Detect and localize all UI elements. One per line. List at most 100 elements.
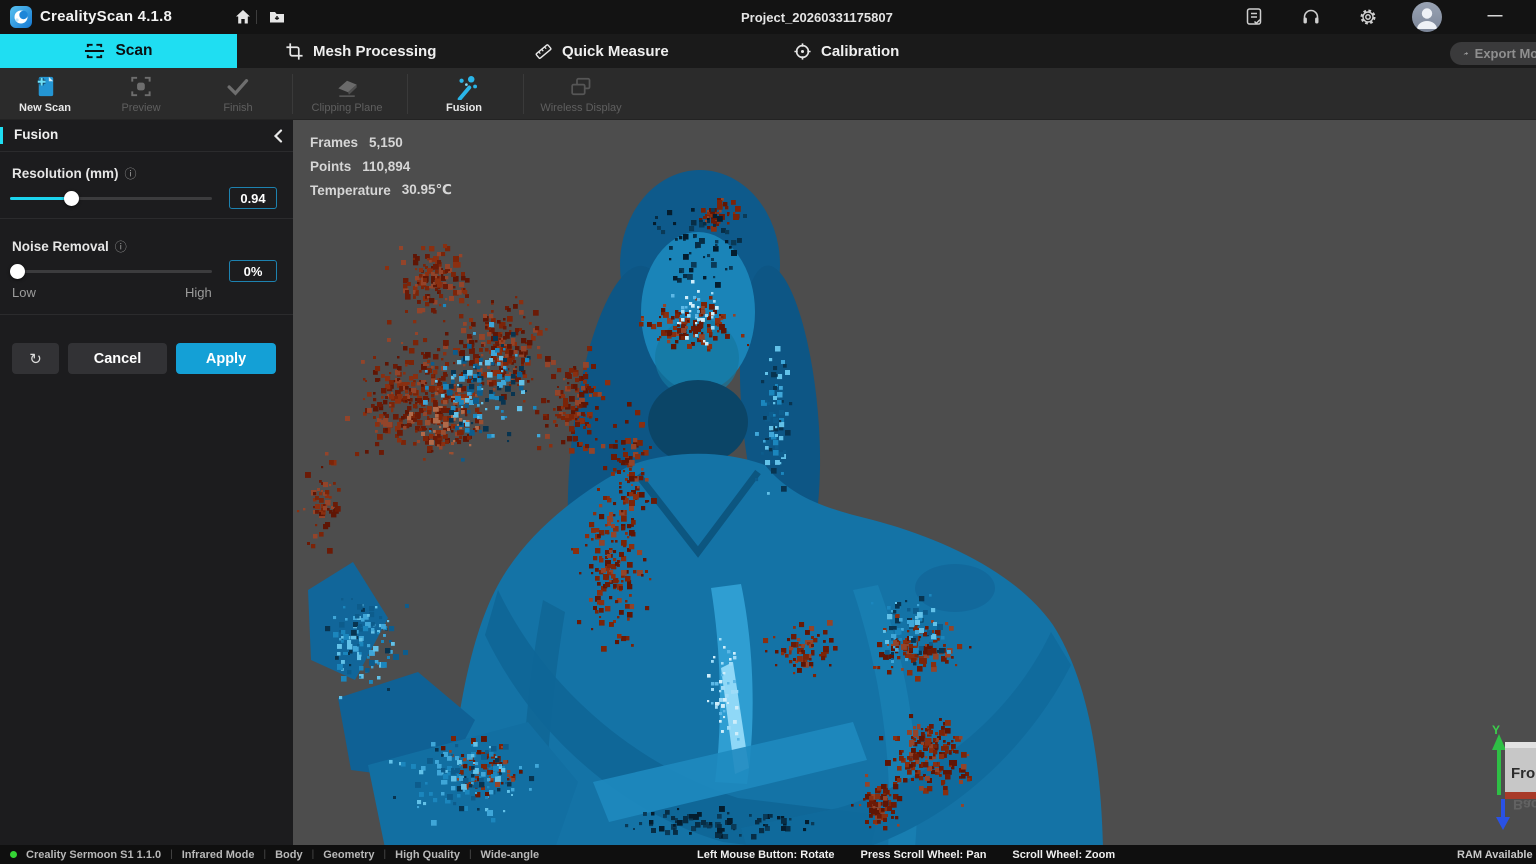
device-connected-dot: [10, 851, 17, 858]
noise-value-field[interactable]: 0%: [229, 260, 277, 282]
titlebar-divider: [256, 10, 257, 24]
mode-tab-bar: Scan Mesh Processing Quick Measure Calib…: [0, 34, 1536, 68]
export-model-button[interactable]: Export Model: [1450, 42, 1536, 65]
gizmo-back-reflection: Back: [1513, 797, 1536, 813]
project-name: Project_20260331175807: [741, 10, 893, 25]
stat-points: Points110,894: [310, 154, 452, 178]
fusion-panel-header: Fusion: [0, 120, 293, 151]
panel-divider: [0, 314, 293, 315]
wireless-display-icon: [567, 73, 594, 100]
creality-scan-window: CrealityScan 4.1.8 Project_2026033117580…: [0, 0, 1536, 864]
mesh-crop-icon: [285, 42, 304, 61]
noise-slider-track[interactable]: [10, 270, 212, 273]
export-share-icon: [1463, 47, 1469, 60]
device-name: Creality Sermoon S1 1.1.0: [26, 849, 161, 861]
resolution-slider-knob[interactable]: [64, 191, 79, 206]
resolution-slider[interactable]: [10, 190, 212, 206]
chevron-left-icon: [273, 129, 283, 143]
fusion-panel-title: Fusion: [14, 127, 58, 142]
device-status-group: Creality Sermoon S1 1.1.0 | Infrared Mod…: [10, 845, 539, 864]
user-avatar[interactable]: [1412, 2, 1442, 32]
noise-high-label: High: [185, 285, 212, 300]
toolbar-new-scan[interactable]: New Scan: [19, 73, 71, 114]
toolbar-divider: [407, 74, 408, 114]
scan-frame-icon: [84, 41, 105, 61]
resolution-slider-fill: [10, 197, 71, 200]
noise-removal-label: Noise Removalⓘ: [12, 238, 127, 255]
collapse-panel-button[interactable]: [268, 126, 288, 146]
new-scan-document-icon: [32, 73, 59, 100]
resolution-label: Resolution (mm)ⓘ: [12, 165, 137, 182]
tab-scan[interactable]: Scan: [0, 34, 237, 68]
tab-mesh-processing[interactable]: Mesh Processing: [285, 34, 436, 68]
toolbar-finish-label: Finish: [223, 102, 252, 114]
scan-stats: Frames5,150 Points110,894 Temperature30.…: [310, 130, 452, 202]
cancel-button[interactable]: Cancel: [68, 343, 167, 374]
toolbar-divider: [523, 74, 524, 114]
ram-available: RAM Available 6: [1457, 845, 1536, 864]
export-model-label: Export Model: [1475, 46, 1536, 61]
mode-quality: High Quality: [395, 849, 460, 861]
app-title: CrealityScan 4.1.8: [40, 8, 172, 25]
fusion-wand-icon: [451, 73, 478, 100]
tab-calibration[interactable]: Calibration: [793, 34, 899, 68]
toolbar-preview[interactable]: Preview: [121, 73, 160, 114]
fusion-panel: Fusion Resolution (mm)ⓘ 0.94 Noise Remov…: [0, 120, 293, 845]
calibration-crosshair-icon: [793, 42, 812, 61]
finish-check-icon: [225, 73, 252, 100]
toolbar-finish[interactable]: Finish: [223, 73, 252, 114]
mode-lens: Wide-angle: [481, 849, 540, 861]
toolbar-preview-label: Preview: [121, 102, 160, 114]
resolution-info-icon[interactable]: ⓘ: [125, 167, 137, 181]
gizmo-front-label: Front: [1511, 765, 1536, 782]
stat-frames: Frames5,150: [310, 130, 452, 154]
tab-quick-measure[interactable]: Quick Measure: [534, 34, 669, 68]
stat-temperature: Temperature30.95℃: [310, 178, 452, 202]
title-bar: CrealityScan 4.1.8 Project_2026033117580…: [0, 0, 1536, 34]
minimize-button[interactable]: —: [1483, 4, 1507, 28]
tab-calibration-label: Calibration: [821, 43, 899, 60]
toolbar-wireless-display-label: Wireless Display: [540, 102, 621, 114]
support-headset-icon[interactable]: [1300, 7, 1322, 27]
tab-scan-label: Scan: [115, 42, 152, 60]
noise-low-label: Low: [12, 285, 36, 300]
viewport-3d[interactable]: Y Front Back Frames5,150 Points110,894 T…: [293, 120, 1536, 845]
mouse-hints-group: Left Mouse Button: Rotate Press Scroll W…: [697, 845, 1115, 864]
mode-infrared: Infrared Mode: [182, 849, 255, 861]
ruler-icon: [534, 42, 553, 61]
hint-pan: Press Scroll Wheel: Pan: [860, 849, 986, 861]
noise-slider-knob[interactable]: [10, 264, 25, 279]
hint-zoom: Scroll Wheel: Zoom: [1012, 849, 1115, 861]
home-icon[interactable]: [232, 7, 254, 27]
toolbar-wireless-display[interactable]: Wireless Display: [540, 73, 621, 114]
panel-divider: [0, 218, 293, 219]
reset-button[interactable]: ↻: [12, 343, 59, 374]
mode-geometry: Geometry: [323, 849, 374, 861]
app-logo-icon: [10, 6, 32, 28]
toolbar-divider: [292, 74, 293, 114]
panel-divider: [0, 151, 293, 152]
scan-toolbar: New Scan Preview Finish Clipping Plane F…: [0, 68, 1536, 120]
feedback-note-icon[interactable]: [1243, 7, 1265, 27]
tab-measure-label: Quick Measure: [562, 43, 669, 60]
preview-viewfinder-icon: [128, 73, 155, 100]
toolbar-clipping-plane[interactable]: Clipping Plane: [312, 73, 383, 114]
hint-rotate: Left Mouse Button: Rotate: [697, 849, 834, 861]
apply-button[interactable]: Apply: [176, 343, 276, 374]
open-project-folder-icon[interactable]: [266, 7, 288, 27]
tab-mesh-label: Mesh Processing: [313, 43, 436, 60]
toolbar-fusion[interactable]: Fusion: [446, 73, 482, 114]
settings-gear-icon[interactable]: [1357, 7, 1379, 27]
mode-body: Body: [275, 849, 303, 861]
noise-removal-slider[interactable]: [10, 263, 212, 279]
toolbar-fusion-label: Fusion: [446, 102, 482, 114]
panel-accent-bar: [0, 127, 3, 144]
noise-removal-info-icon[interactable]: ⓘ: [115, 240, 127, 254]
gizmo-cube-top[interactable]: [1505, 742, 1536, 748]
toolbar-clipping-plane-label: Clipping Plane: [312, 102, 383, 114]
toolbar-new-scan-label: New Scan: [19, 102, 71, 114]
status-bar: Creality Sermoon S1 1.1.0 | Infrared Mod…: [0, 845, 1536, 864]
clipping-plane-icon: [334, 73, 361, 100]
resolution-value-field[interactable]: 0.94: [229, 187, 277, 209]
point-cloud-scene[interactable]: Y Front Back: [293, 120, 1536, 845]
